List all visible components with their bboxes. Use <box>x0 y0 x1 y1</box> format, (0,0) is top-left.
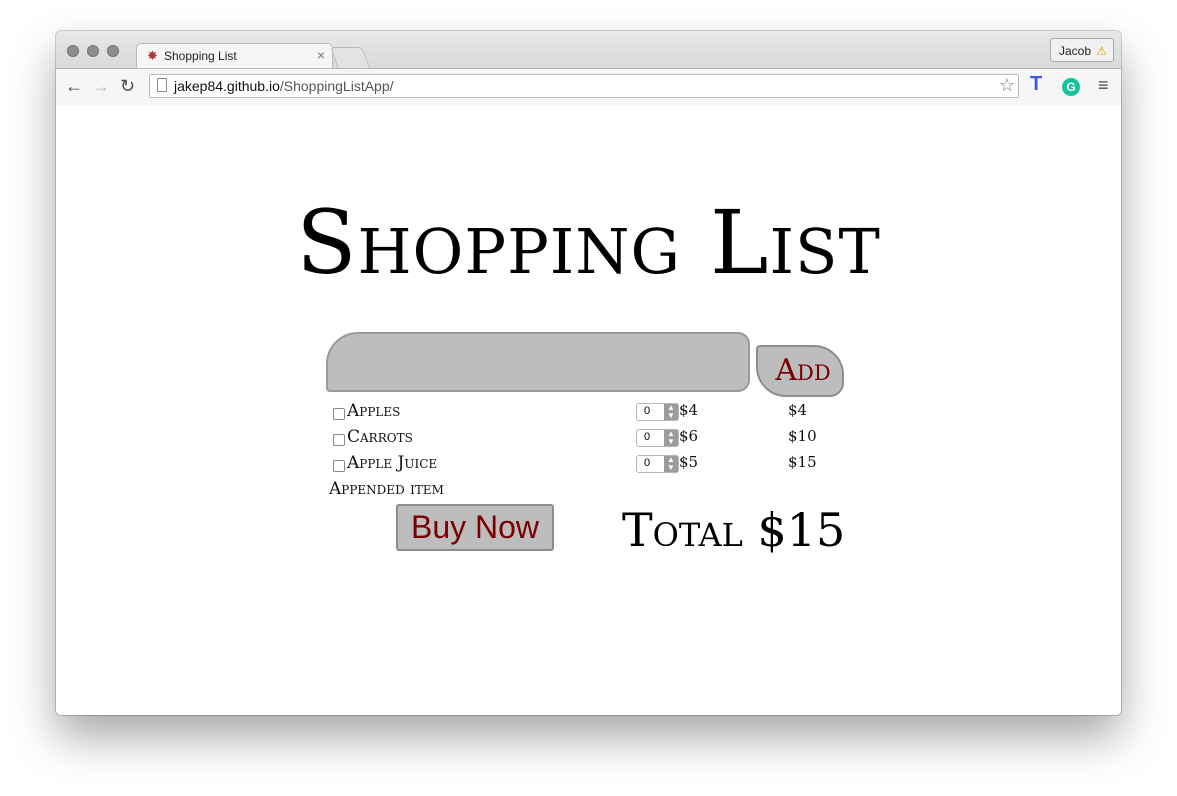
list-item: Carrots 0 ▲ ▼ $6 $10 <box>56 427 1121 453</box>
profile-name: Jacob <box>1059 44 1092 58</box>
favicon-icon: ✸ <box>147 48 158 63</box>
minimize-window-button[interactable] <box>87 45 99 57</box>
url-host: jakep84.github.io <box>174 78 280 94</box>
reload-icon[interactable]: ↻ <box>120 76 135 97</box>
item-name: Apples <box>347 401 401 421</box>
quantity-value: 0 <box>644 431 651 443</box>
item-name: Carrots <box>347 427 413 447</box>
address-bar[interactable]: jakep84.github.io/ShoppingListApp/ ☆ <box>149 74 1019 98</box>
item-subtotal: $15 <box>788 453 817 471</box>
item-input[interactable] <box>326 332 750 392</box>
T-extension-icon[interactable]: T <box>1030 73 1042 96</box>
grammarly-icon[interactable]: G <box>1062 78 1080 96</box>
quantity-value: 0 <box>644 405 651 417</box>
list-item: Apple Juice 0 ▲ ▼ $5 $15 <box>56 453 1121 479</box>
zoom-window-button[interactable] <box>107 45 119 57</box>
page-title: Shopping List <box>296 191 881 294</box>
list-item: Apples 0 ▲ ▼ $4 $4 <box>56 401 1121 427</box>
quantity-value: 0 <box>644 457 651 469</box>
browser-toolbar: ← → ↻ jakep84.github.io/ShoppingListApp/… <box>56 68 1121 106</box>
profile-button[interactable]: Jacob ⚠ <box>1050 38 1114 62</box>
url-text: jakep84.github.io/ShoppingListApp/ <box>174 78 394 94</box>
hamburger-menu-icon[interactable]: ≡ <box>1098 75 1109 96</box>
buy-now-button[interactable]: Buy Now <box>396 504 554 551</box>
add-button[interactable]: Add <box>756 345 844 397</box>
stepper-arrows-icon[interactable]: ▲ ▼ <box>664 404 678 420</box>
stepper-arrows-icon[interactable]: ▲ ▼ <box>664 456 678 472</box>
item-checkbox[interactable] <box>333 408 345 420</box>
total-amount: Total $15 <box>622 503 846 557</box>
back-arrow-icon[interactable]: ← <box>65 76 83 97</box>
forward-arrow-icon[interactable]: → <box>92 76 110 97</box>
close-window-button[interactable] <box>67 45 79 57</box>
appended-item: Appended item <box>329 479 444 499</box>
item-subtotal: $10 <box>788 427 817 445</box>
star-icon[interactable]: ☆ <box>999 75 1015 96</box>
browser-window: ✸ Shopping List × Jacob ⚠ ← → ↻ jakep84.… <box>56 31 1121 715</box>
item-price: $6 <box>679 427 699 445</box>
stepper-arrows-icon[interactable]: ▲ ▼ <box>664 430 678 446</box>
quantity-stepper[interactable]: 0 ▲ ▼ <box>636 403 679 421</box>
item-checkbox[interactable] <box>333 434 345 446</box>
page-icon <box>157 78 167 92</box>
quantity-stepper[interactable]: 0 ▲ ▼ <box>636 455 679 473</box>
tab-title: Shopping List <box>164 49 237 63</box>
tab-shopping-list[interactable]: ✸ Shopping List × <box>136 43 333 69</box>
item-subtotal: $4 <box>788 401 808 419</box>
tab-strip: ✸ Shopping List × Jacob ⚠ <box>56 31 1121 69</box>
quantity-stepper[interactable]: 0 ▲ ▼ <box>636 429 679 447</box>
new-tab-button[interactable] <box>330 47 370 68</box>
page-content: Shopping List Add Apples 0 ▲ ▼ $4 $4 Carr… <box>56 105 1121 715</box>
url-path: /ShoppingListApp/ <box>279 78 394 94</box>
tab-close-icon[interactable]: × <box>317 47 325 63</box>
item-price: $4 <box>679 401 699 419</box>
item-price: $5 <box>679 453 699 471</box>
warning-icon: ⚠ <box>1096 44 1107 58</box>
item-name: Apple Juice <box>347 453 438 473</box>
item-checkbox[interactable] <box>333 460 345 472</box>
